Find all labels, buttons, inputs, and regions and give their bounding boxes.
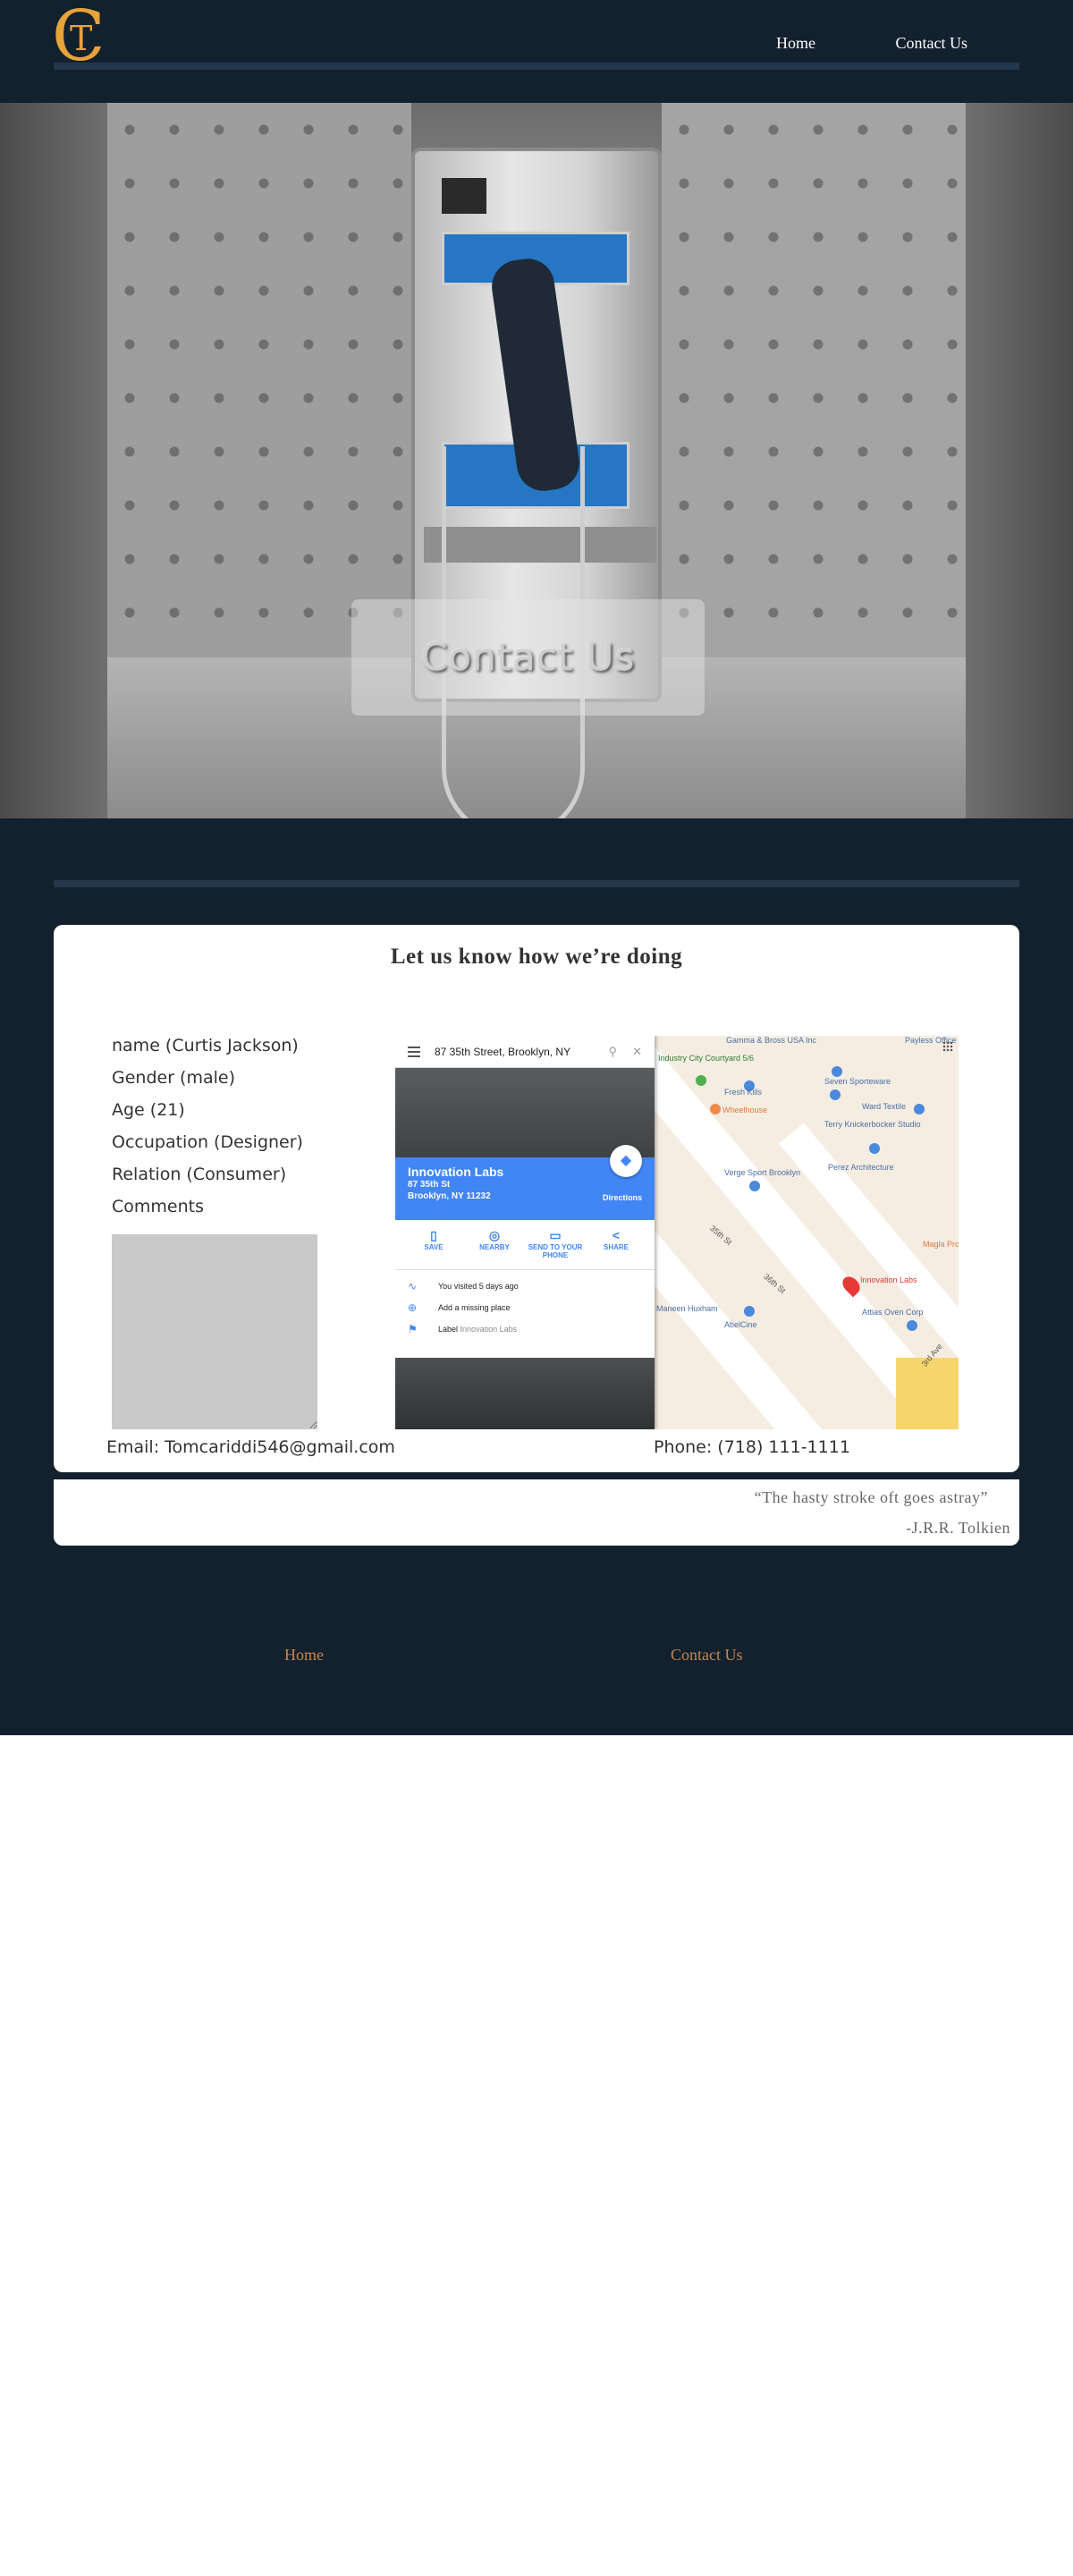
share-label: SHARE xyxy=(603,1243,629,1251)
hero-wall-right xyxy=(662,103,966,657)
header-divider xyxy=(54,63,1019,70)
nearby-label: NEARBY xyxy=(479,1243,510,1251)
map-poi-label: Perez Architecture xyxy=(828,1163,894,1172)
hero-wall-left xyxy=(107,103,411,657)
send-to-phone-button[interactable]: ▭ SEND TO YOUR PHONE xyxy=(526,1227,585,1259)
map-poi-label: Ward Textile xyxy=(862,1102,907,1111)
save-button[interactable]: ▯ SAVE xyxy=(404,1227,463,1251)
label-text: Label xyxy=(438,1325,459,1334)
label-value: Innovation Labs xyxy=(460,1325,518,1334)
contact-phone[interactable]: Phone: (718) 111-1111 xyxy=(654,1437,850,1457)
footer-contact-link[interactable]: Contact Us xyxy=(671,1646,743,1665)
nav-contact-link[interactable]: Contact Us xyxy=(896,34,968,53)
quote-author: -J.R.R. Tolkien xyxy=(906,1519,1010,1537)
map-poi-label: Attias Oven Corp xyxy=(862,1308,924,1317)
place-photo xyxy=(395,1068,655,1157)
close-icon[interactable]: ✕ xyxy=(632,1036,642,1068)
map-poi-label: Industry City Courtyard 5/6 xyxy=(658,1054,755,1063)
map-place-panel: 87 35th Street, Brooklyn, NY ⚲ ✕ Innovat… xyxy=(395,1036,655,1429)
map-poi-label: Fresh Kills xyxy=(724,1088,763,1097)
map-poi-label: Maneen Huxham xyxy=(656,1304,718,1313)
share-button[interactable]: < SHARE xyxy=(587,1227,646,1251)
map-pin-icon xyxy=(869,1143,880,1154)
map-poi-label: Terry Knickerbocker Studio xyxy=(824,1120,921,1129)
map-road xyxy=(896,1358,959,1429)
map-pin-icon xyxy=(830,1089,841,1100)
hero-booth-right xyxy=(966,103,1073,818)
logo-letter-t: T xyxy=(70,19,93,58)
save-label: SAVE xyxy=(424,1243,444,1251)
directions-icon[interactable]: ◆ xyxy=(610,1145,642,1177)
add-place-text: Add a missing place xyxy=(438,1303,511,1312)
map-search-text: 87 35th Street, Brooklyn, NY xyxy=(435,1046,571,1058)
field-name[interactable]: name (Curtis Jackson) xyxy=(112,1030,303,1062)
map-street-label: 35th St xyxy=(708,1224,734,1247)
label-row[interactable]: ⚑ Label Innovation Labs xyxy=(395,1318,655,1340)
phone-icon: ▭ xyxy=(549,1228,562,1242)
nav-home-link[interactable]: Home xyxy=(776,34,815,53)
map-search-box[interactable]: 87 35th Street, Brooklyn, NY ⚲ ✕ xyxy=(395,1036,655,1068)
map-pin-icon xyxy=(832,1066,842,1077)
map-pin-icon xyxy=(914,1104,925,1114)
site-header: C T Home Contact Us xyxy=(0,0,1073,103)
nearby-icon: ◎ xyxy=(488,1228,501,1242)
visited-row[interactable]: ∿ You visited 5 days ago xyxy=(395,1275,655,1297)
add-place-row[interactable]: ⊕ Add a missing place xyxy=(395,1297,655,1318)
add-place-icon: ⊕ xyxy=(408,1301,418,1314)
map-street-label: 36th St xyxy=(762,1272,788,1295)
feedback-card: Let us know how we’re doing name (Curtis… xyxy=(54,925,1019,1479)
quote-card: “The hasty stroke oft goes astray” -J.R.… xyxy=(54,1479,1019,1546)
flag-icon: ⚑ xyxy=(408,1323,418,1335)
field-occupation[interactable]: Occupation (Designer) xyxy=(112,1126,303,1158)
field-relation[interactable]: Relation (Consumer) xyxy=(112,1158,303,1191)
hero-booth-left xyxy=(0,103,107,818)
map-pin-icon xyxy=(907,1320,917,1331)
send-to-phone-label: SEND TO YOUR PHONE xyxy=(528,1243,583,1259)
map-poi-label: Wheelhouse xyxy=(722,1106,768,1114)
nearby-button[interactable]: ◎ NEARBY xyxy=(465,1227,524,1251)
feedback-fields: name (Curtis Jackson) Gender (male) Age … xyxy=(112,1030,303,1223)
map-poi-label: Innovation Labs xyxy=(860,1275,917,1284)
apps-grid-icon[interactable] xyxy=(942,1041,953,1052)
map-pin-icon xyxy=(710,1104,721,1114)
map-poi-label: AbelCine xyxy=(724,1320,757,1329)
contact-email[interactable]: Email: Tomcariddi546@gmail.com xyxy=(106,1437,395,1457)
share-icon: < xyxy=(612,1228,621,1242)
field-age[interactable]: Age (21) xyxy=(112,1094,303,1126)
section-divider xyxy=(54,880,1019,887)
field-comments-label: Comments xyxy=(112,1197,204,1216)
field-gender[interactable]: Gender (male) xyxy=(112,1062,303,1094)
quote-text: “The hasty stroke oft goes astray” xyxy=(754,1488,988,1506)
feedback-title: Let us know how we’re doing xyxy=(390,945,683,969)
map-poi-label: Magla Products Industry City xyxy=(923,1240,959,1249)
directions-label[interactable]: Directions xyxy=(603,1193,642,1202)
visited-text: You visited 5 days ago xyxy=(438,1282,519,1291)
hero-banner: Contact Us xyxy=(0,103,1073,818)
trend-icon: ∿ xyxy=(408,1280,418,1292)
street-photo xyxy=(395,1358,655,1429)
map-pin-icon xyxy=(696,1075,706,1086)
hero-title-box: Contact Us xyxy=(351,599,705,716)
bookmark-icon: ▯ xyxy=(430,1228,437,1242)
comments-textarea[interactable] xyxy=(112,1234,317,1429)
map-poi-label: Verge Sport Brooklyn xyxy=(724,1168,801,1177)
map-pin-icon xyxy=(749,1181,760,1191)
place-actions: ▯ SAVE ◎ NEARBY ▭ SEND TO YOUR PHONE < S… xyxy=(395,1220,655,1270)
footer-home-link[interactable]: Home xyxy=(284,1646,324,1665)
menu-icon[interactable] xyxy=(408,1046,420,1057)
map-poi-label: Gamma & Bross USA Inc xyxy=(726,1036,817,1045)
payphone-coin-slot xyxy=(442,178,486,214)
location-map[interactable]: Gamma & Bross USA Inc Payless Office Pro… xyxy=(395,1036,959,1429)
search-icon[interactable]: ⚲ xyxy=(608,1036,617,1068)
place-info-rows: ∿ You visited 5 days ago ⊕ Add a missing… xyxy=(395,1275,655,1340)
hero-title: Contact Us xyxy=(420,635,636,679)
map-poi-label: Seven Sporteware xyxy=(824,1077,891,1086)
map-pin-icon xyxy=(744,1306,755,1317)
card-divider xyxy=(54,1472,1019,1479)
